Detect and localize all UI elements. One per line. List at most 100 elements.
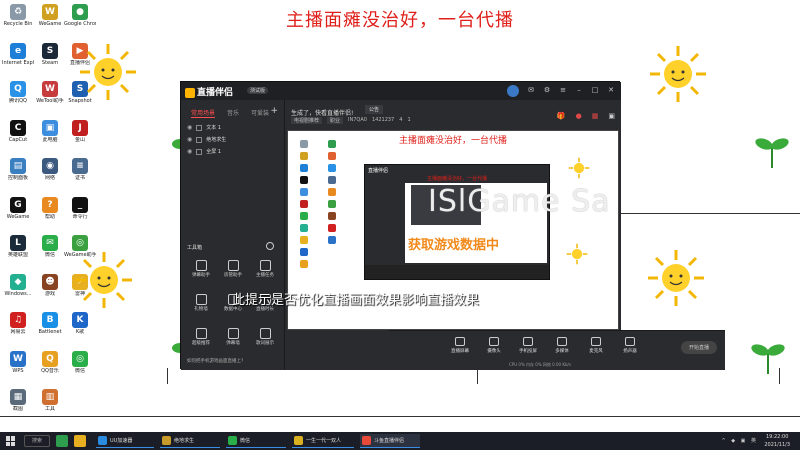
scene-item[interactable]: ◉ 绝地求生: [185, 134, 281, 146]
taskbar-app-button[interactable]: 斗鱼直播伴侣: [360, 434, 420, 448]
taskbar-app-button[interactable]: 一生一代一双人 (Live): [292, 434, 354, 448]
title-bar[interactable]: 直播伴侣 测试版 ✉ ⚙ ≡ – □ ✕: [181, 82, 621, 100]
desktop-icon[interactable]: W WPS: [2, 350, 34, 374]
desktop-icon[interactable]: ◎ 微信: [64, 350, 96, 374]
tab-common-scenes[interactable]: 常用场景: [191, 108, 216, 118]
desktop-icon-label: WPS: [12, 367, 24, 374]
taskbar-app-button[interactable]: UU加速器: [96, 434, 154, 448]
lock-icon[interactable]: [196, 149, 203, 155]
tab-music[interactable]: 音乐: [227, 108, 239, 118]
tag-chip[interactable]: 职业: [327, 117, 344, 124]
menu-icon[interactable]: ≡: [559, 86, 567, 94]
source-buttons: 直播屏幕 摄像头 手机投屏 多媒体 麦克风 扬声器: [449, 337, 641, 354]
tool-host-tasks[interactable]: 主播任务: [249, 258, 281, 288]
tool-super-recommend[interactable]: 超级推荐: [185, 326, 217, 356]
desktop-icon[interactable]: W WeGame: [34, 4, 66, 27]
maximize-icon[interactable]: □: [591, 86, 599, 94]
announcement-button[interactable]: 公告: [365, 105, 384, 114]
desktop-icon[interactable]: K K歌: [64, 312, 96, 335]
lock-icon[interactable]: [196, 137, 203, 143]
start-button[interactable]: [6, 436, 16, 446]
tool-lyrics[interactable]: 歌词展示: [249, 326, 281, 356]
start-live-button[interactable]: 开始直播: [680, 341, 717, 354]
clock[interactable]: 19:22:00 2021/11/3: [764, 433, 790, 449]
desktop-icon[interactable]: ◆ Windows...: [2, 273, 34, 297]
desktop-icon[interactable]: Q QQ音乐: [34, 350, 66, 374]
app-icon: ✉: [42, 235, 58, 251]
desktop-icon[interactable]: ▣ 此电脑: [34, 119, 66, 143]
desktop-icon[interactable]: L 英雄联盟: [2, 235, 34, 258]
desktop-icon-label: Steam: [41, 59, 59, 66]
folder-icon[interactable]: [74, 435, 86, 447]
pinned-apps: [56, 435, 86, 447]
desktop-icon[interactable]: ? 帮助: [34, 196, 66, 220]
tool-danmaku-helper[interactable]: 弹幕助手: [185, 258, 217, 288]
desktop-icon[interactable]: W WeTool助手: [34, 81, 66, 104]
desktop-icon-label: 微信: [74, 367, 85, 374]
camera-button[interactable]: 摄像头: [483, 337, 505, 354]
search-box[interactable]: 搜索: [24, 435, 50, 447]
desktop-icon[interactable]: B Battlenet: [34, 312, 66, 335]
app-icon: ◎: [72, 350, 88, 367]
desktop-icon[interactable]: ♻ Recycle Bin: [2, 4, 34, 27]
app-name: 直播伴侣: [197, 88, 234, 98]
desktop-icon[interactable]: ✉ 微信: [34, 235, 66, 258]
desktop-icon[interactable]: C CapCut: [2, 119, 34, 143]
desktop-icon[interactable]: Q 腾讯QQ: [2, 81, 34, 104]
avatar[interactable]: [507, 85, 519, 97]
mobile-stream-tip[interactable]: 如何把手机游戏画面直播上?: [187, 358, 243, 364]
message-icon[interactable]: ✉: [527, 86, 535, 94]
desktop-icon-label: CapCut: [8, 136, 28, 143]
scene-item[interactable]: ◉ 文本 1: [185, 122, 281, 134]
screen-capture-button[interactable]: 直播屏幕: [449, 337, 471, 354]
category-chip[interactable]: 电视剧推荐: [291, 117, 323, 124]
microphone-button[interactable]: 麦克风: [585, 337, 607, 354]
minimize-icon[interactable]: –: [575, 86, 583, 94]
desktop-icon[interactable]: eInternet Explorer: [2, 42, 34, 66]
desktop-icon[interactable]: _ 命令行: [64, 196, 96, 220]
phone-cast-button[interactable]: 手机投屏: [517, 337, 539, 354]
speaker-button[interactable]: 扬声器: [619, 337, 641, 354]
close-icon[interactable]: ✕: [607, 86, 615, 94]
eye-icon[interactable]: ◉: [187, 122, 192, 134]
desktop-icon-label: 金山: [74, 136, 85, 143]
desktop-icon[interactable]: ☻ 游戏: [34, 273, 66, 297]
desktop-icon[interactable]: ●Google Chrome: [64, 4, 96, 27]
layout-icon[interactable]: ▣: [608, 112, 615, 120]
desktop-icon[interactable]: G WeGame: [2, 196, 34, 220]
desktop-icon[interactable]: ▦ 截图: [2, 389, 34, 412]
taskbar-app-button[interactable]: 绝地求生: [160, 434, 220, 448]
preview-icon: [300, 164, 308, 172]
gift-icon[interactable]: 🎁: [557, 112, 566, 120]
add-scene-button[interactable]: +: [270, 106, 278, 116]
preview-icon: [328, 176, 336, 184]
like-count: 1: [407, 117, 411, 123]
scene-item[interactable]: ◉ 全屏 1: [185, 146, 281, 158]
tool-danmaku-wall[interactable]: 弹幕墙: [217, 326, 249, 356]
taskbar-app-button[interactable]: 微信: [226, 434, 286, 448]
camera-icon: [489, 337, 499, 346]
desktop-icon[interactable]: ◉ 网络: [34, 158, 66, 181]
tab-cute[interactable]: 可爱装: [251, 108, 269, 118]
settings-icon[interactable]: ⚙: [543, 86, 551, 94]
desktop-icon[interactable]: S Steam: [34, 42, 66, 66]
eye-icon[interactable]: ◉: [187, 134, 192, 146]
desktop-icon[interactable]: ♫ 网易云: [2, 312, 34, 335]
system-tray[interactable]: ^ ◆ ▣ 英: [721, 437, 758, 444]
tool-room-manager[interactable]: 房管助手: [217, 258, 249, 288]
desktop-icon[interactable]: J 金山: [64, 119, 96, 143]
chrome-icon[interactable]: [56, 435, 68, 447]
desktop-icon[interactable]: ▥ 工具: [34, 389, 66, 412]
desktop-icon[interactable]: ▤ 控制面板: [2, 158, 34, 181]
lock-icon[interactable]: [196, 125, 203, 131]
desktop-icon[interactable]: ≡ 证书: [64, 158, 96, 181]
record-icon[interactable]: ●: [576, 112, 582, 120]
sun-decoration-icon: [648, 250, 704, 306]
tool-gift-wall[interactable]: 礼物墙: [185, 292, 217, 322]
app-icon: L: [10, 235, 26, 251]
multimedia-button[interactable]: 多媒体: [551, 337, 573, 354]
eye-icon[interactable]: ◉: [187, 146, 192, 158]
app-icon: W: [42, 4, 58, 20]
grid-icon[interactable]: ▦: [592, 112, 599, 120]
toolbox-settings-icon[interactable]: [266, 242, 274, 250]
